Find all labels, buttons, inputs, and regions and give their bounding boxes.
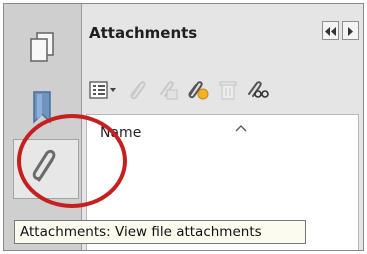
window-frame: Attachments Name Attachments: View file … [3,3,364,251]
add-attachment-button[interactable] [185,79,211,105]
attachments-toolbar [82,75,363,109]
tooltip: Attachments: View file attachments [14,220,306,244]
add-attachment-icon [186,79,210,105]
search-attachment-icon [246,79,270,105]
sort-ascending-icon[interactable] [235,117,247,136]
page-thumbnails-icon [28,31,56,67]
bookmarks-nav-button[interactable] [13,79,71,139]
collapse-panel-icon [325,21,336,40]
attachments-panel: Attachments Name [82,4,363,250]
collapse-panel-button[interactable] [322,21,339,40]
delete-attachment-button[interactable] [215,79,241,105]
trash-icon [218,79,238,105]
options-menu-button[interactable] [87,79,121,105]
name-column-header[interactable]: Name [100,125,141,141]
expand-panel-button[interactable] [342,21,359,40]
list-options-icon [89,80,119,104]
attachments-nav-button[interactable] [13,139,79,199]
search-attachments-button[interactable] [245,79,271,105]
open-attachment-button[interactable] [125,79,151,105]
expand-panel-icon [347,21,354,40]
navigation-pane [4,4,82,250]
paperclip-icon [29,146,63,192]
pages-nav-button[interactable] [13,19,71,79]
save-attachment-icon [157,79,179,105]
bookmark-icon [30,89,54,129]
save-attachment-button[interactable] [155,79,181,105]
open-attachment-icon [127,79,149,105]
panel-controls [322,21,359,40]
panel-title: Attachments [89,24,198,42]
